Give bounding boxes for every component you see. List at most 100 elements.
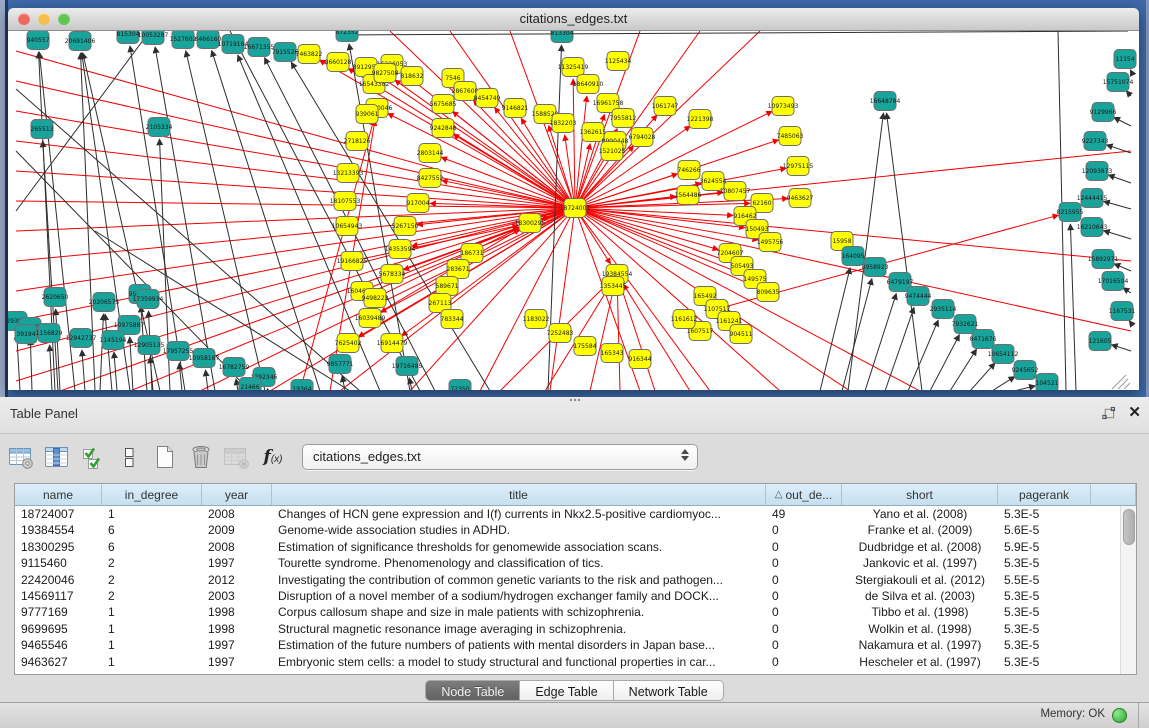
table-cell[interactable]: 0 (766, 621, 842, 637)
graph-node[interactable]: 12093873 (1082, 162, 1113, 181)
table-cell[interactable]: 2008 (202, 539, 272, 555)
table-cell[interactable]: 5.3E-5 (998, 637, 1091, 653)
graph-node[interactable]: 72350 (449, 380, 471, 391)
table-cell[interactable]: Genome-wide association studies in ADHD. (272, 522, 766, 538)
column-header-in_degree[interactable]: in_degree (102, 484, 202, 505)
graph-node[interactable]: 589671 (436, 277, 459, 296)
delete-trash-icon[interactable] (186, 442, 216, 472)
graph-node[interactable]: 9474444 (905, 287, 932, 306)
graph-node[interactable]: 10973493 (768, 97, 799, 116)
table-cell[interactable]: 2003 (202, 588, 272, 604)
table-cell[interactable]: 2012 (202, 572, 272, 588)
graph-node[interactable]: 917004 (407, 194, 430, 213)
graph-node[interactable]: 14353594 (385, 240, 416, 259)
graph-node[interactable]: 2105334 (146, 118, 173, 137)
column-header-short[interactable]: short (842, 484, 998, 505)
table-cell[interactable]: 2 (102, 588, 202, 604)
column-header-pagerank[interactable]: pagerank (998, 484, 1091, 505)
column-header-year[interactable]: year (202, 484, 272, 505)
graph-node[interactable]: 1161612 (671, 310, 698, 329)
table-cell[interactable]: Hescheler et al. (1997) (842, 654, 998, 670)
table-cell[interactable]: 5.6E-5 (998, 522, 1091, 538)
table-cell[interactable]: Embryonic stem cells: a model to study s… (272, 654, 766, 670)
graph-node[interactable]: 16782759 (219, 358, 250, 377)
table-cell[interactable]: 22420046 (15, 572, 102, 588)
graph-node[interactable]: 1183022 (523, 310, 550, 329)
graph-node[interactable]: 746266 (678, 161, 701, 180)
rows-icon[interactable] (114, 442, 144, 472)
graph-node[interactable]: 121605 (1089, 332, 1112, 351)
graph-node[interactable]: 7485063 (777, 127, 804, 146)
table-cell[interactable]: 5.3E-5 (998, 506, 1091, 522)
table-cell[interactable]: Stergiakouli et al. (2012) (842, 572, 998, 588)
graph-node[interactable]: 8660128 (325, 53, 352, 72)
graph-node[interactable]: 13213393 (333, 164, 364, 183)
graph-node[interactable]: 265513 (31, 120, 54, 139)
graph-node[interactable]: 12942737 (66, 329, 97, 348)
table-cell[interactable]: 2009 (202, 522, 272, 538)
table-cell[interactable]: Structural magnetic resonance image aver… (272, 621, 766, 637)
table-cell[interactable]: Wolkin et al. (1998) (842, 621, 998, 637)
table-cell[interactable]: 1997 (202, 637, 272, 653)
table-scrollbar-thumb[interactable] (1123, 509, 1135, 545)
graph-node[interactable]: 10807457 (720, 182, 751, 201)
graph-node[interactable]: 18724007 (560, 199, 591, 218)
table-cell[interactable]: Changes of HCN gene expression and I(f) … (272, 506, 766, 522)
graph-node[interactable]: 9827508 (372, 64, 399, 83)
column-chooser-icon[interactable] (42, 442, 72, 472)
graph-node[interactable]: 10053287 (138, 31, 169, 45)
graph-node[interactable]: 39194 (15, 325, 37, 344)
table-cell[interactable]: 1997 (202, 555, 272, 571)
table-cell[interactable]: 6 (102, 522, 202, 538)
graph-node[interactable]: 7915526 (272, 43, 299, 62)
graph-node[interactable]: 8215955 (1057, 203, 1084, 222)
graph-node[interactable]: 9463627 (787, 189, 814, 208)
graph-node[interactable]: 9498222 (362, 289, 389, 308)
table-cell[interactable]: Nakamura et al. (1997) (842, 637, 998, 653)
graph-node[interactable]: 2718126 (344, 132, 371, 151)
table-cell[interactable]: 5.3E-5 (998, 604, 1091, 620)
new-document-icon[interactable] (150, 442, 180, 472)
graph-node[interactable]: 1167531 (1109, 302, 1136, 321)
graph-node[interactable]: 1125434 (605, 52, 632, 71)
graph-node[interactable]: 19166825 (337, 252, 368, 271)
table-cell[interactable]: 9115460 (15, 555, 102, 571)
table-row[interactable]: 946362711997Embryonic stem cells: a mode… (15, 654, 1136, 670)
table-cell[interactable]: Tourette syndrome. Phenomenology and cla… (272, 555, 766, 571)
table-cell[interactable]: 5.9E-5 (998, 539, 1091, 555)
table-cell[interactable]: 9699695 (15, 621, 102, 637)
table-cell[interactable]: 1 (102, 506, 202, 522)
table-cell[interactable]: 5.3E-5 (998, 555, 1091, 571)
graph-node[interactable]: 1564486 (675, 186, 702, 205)
table-cell[interactable]: 1 (102, 654, 202, 670)
graph-node[interactable]: 813304 (551, 31, 574, 43)
graph-node[interactable]: 16914479 (377, 334, 408, 353)
table-panel-header[interactable]: Table Panel ✕ (0, 397, 1149, 434)
graph-node[interactable]: 11154 (1114, 50, 1136, 69)
network-canvas-area[interactable]: 1872400718300295193845549405572069140681… (8, 31, 1139, 390)
table-cell[interactable]: 18724007 (15, 506, 102, 522)
graph-node[interactable]: 872352 (336, 31, 359, 42)
select-checkbox-icon[interactable] (78, 442, 108, 472)
tab-node-table[interactable]: Node Table (425, 680, 520, 701)
table-cell[interactable]: 1 (102, 604, 202, 620)
resize-grip-icon[interactable] (1118, 379, 1128, 389)
table-row[interactable]: 911546021997Tourette syndrome. Phenomeno… (15, 555, 1136, 571)
table-row[interactable]: 1872400712008Changes of HCN gene express… (15, 506, 1136, 522)
graph-node[interactable]: 809635 (757, 283, 780, 302)
graph-node[interactable]: 175584 (574, 337, 597, 356)
graph-node[interactable]: 1832203 (550, 114, 577, 133)
table-cell[interactable]: Estimation of the future numbers of pati… (272, 637, 766, 653)
graph-node[interactable]: 104521 (1036, 374, 1059, 391)
graph-node[interactable]: 939061 (356, 105, 379, 124)
table-cell[interactable]: 14569117 (15, 588, 102, 604)
table-cell[interactable]: 9463627 (15, 654, 102, 670)
table-cell[interactable]: 5.5E-5 (998, 572, 1091, 588)
graph-node[interactable]: 8958923 (862, 258, 889, 277)
graph-node[interactable]: 11325419 (558, 58, 589, 77)
table-scrollbar[interactable] (1120, 506, 1136, 674)
graph-node[interactable]: 8427552 (417, 169, 444, 188)
graph-node[interactable]: 12444415 (1077, 189, 1108, 208)
table-cell[interactable]: 0 (766, 555, 842, 571)
graph-node[interactable]: 916344 (629, 350, 652, 369)
